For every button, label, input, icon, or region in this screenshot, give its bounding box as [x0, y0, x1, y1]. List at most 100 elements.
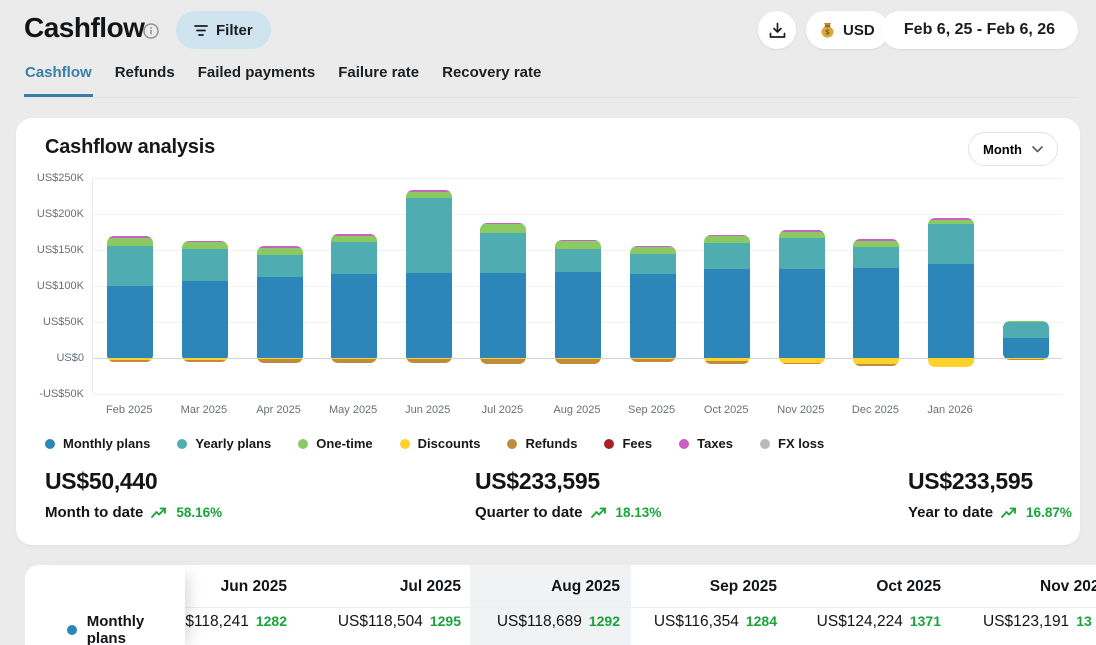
- bar-may-2025[interactable]: [331, 234, 377, 363]
- bar-jul-2025[interactable]: [480, 223, 526, 364]
- bar-segment-refunds: [406, 359, 452, 363]
- column-header-oct-2025: Oct 2025: [791, 578, 941, 596]
- bar-apr-2025[interactable]: [257, 246, 303, 363]
- bar-oct-2025[interactable]: [704, 235, 750, 364]
- bar-segment-yearly-plans: [928, 224, 974, 264]
- cell-amount: US$118,689: [497, 613, 582, 630]
- trend-up-icon: [591, 507, 608, 519]
- legend-item-fees[interactable]: Fees: [604, 436, 652, 451]
- tab-failure-rate[interactable]: Failure rate: [337, 62, 420, 97]
- y-tick-label: US$150K: [16, 244, 84, 256]
- tab-refunds[interactable]: Refunds: [114, 62, 176, 97]
- bar-segment-monthly-plans: [555, 272, 601, 358]
- y-tick-label: US$0: [16, 352, 84, 364]
- currency-label: USD: [843, 22, 875, 39]
- y-tick-label: US$100K: [16, 280, 84, 292]
- bar-segment-one-time: [630, 247, 676, 253]
- legend-item-refunds[interactable]: Refunds: [507, 436, 577, 451]
- chevron-down-icon: [1032, 146, 1043, 153]
- bar-jun-2025[interactable]: [406, 190, 452, 363]
- download-icon: [769, 22, 786, 39]
- legend-label: Taxes: [697, 436, 733, 451]
- bar-segment-taxes: [480, 223, 526, 224]
- bar-segment-taxes: [779, 230, 825, 232]
- x-tick-label: Apr 2025: [239, 404, 319, 416]
- bar-segment-monthly-plans: [107, 286, 153, 358]
- cell-value: US$118,6891292: [450, 613, 620, 631]
- stat-change: 16.87%: [1026, 505, 1072, 520]
- bar-segment-monthly-plans: [182, 281, 228, 358]
- bar-segment-yearly-plans: [555, 249, 601, 273]
- legend-item-fx-loss[interactable]: FX loss: [760, 436, 824, 451]
- x-tick-label: Sep 2025: [612, 404, 692, 416]
- tab-cashflow[interactable]: Cashflow: [24, 62, 93, 97]
- bar-mar-2025[interactable]: [182, 241, 228, 363]
- bar-segment-one-time: [1003, 321, 1049, 322]
- bar-segment-one-time: [107, 238, 153, 247]
- y-tick-label: US$50K: [16, 316, 84, 328]
- bar-segment-refunds: [704, 361, 750, 364]
- y-tick-label: US$200K: [16, 208, 84, 220]
- filter-label: Filter: [216, 22, 253, 39]
- bar-segment-monthly-plans: [853, 268, 899, 358]
- x-tick-label: Nov 2025: [761, 404, 841, 416]
- table-row[interactable]: Monthly plans: [67, 613, 185, 645]
- trend-up-icon: [1001, 507, 1018, 519]
- bar-segment-refunds: [182, 360, 228, 362]
- info-icon[interactable]: [143, 23, 159, 39]
- legend-label: Fees: [622, 436, 652, 451]
- legend-item-taxes[interactable]: Taxes: [679, 436, 733, 451]
- chart-plot-area: [92, 178, 1062, 394]
- bar-segment-yearly-plans: [630, 254, 676, 275]
- bar-segment-yearly-plans: [779, 238, 825, 269]
- period-selector[interactable]: Month: [968, 132, 1058, 166]
- bar-segment-yearly-plans: [406, 198, 452, 273]
- column-header-aug-2025: Aug 2025: [470, 578, 620, 596]
- cell-count: 1371: [910, 613, 941, 629]
- tab-recovery-rate[interactable]: Recovery rate: [441, 62, 542, 97]
- filter-button[interactable]: Filter: [176, 11, 271, 49]
- bar-segment-monthly-plans: [630, 274, 676, 358]
- stat-label: Month to date: [45, 504, 143, 521]
- tab-failed-payments[interactable]: Failed payments: [197, 62, 317, 97]
- legend-dot: [507, 439, 517, 449]
- bar-segment-taxes: [853, 239, 899, 241]
- x-tick-label: Mar 2025: [164, 404, 244, 416]
- legend-item-one-time[interactable]: One-time: [298, 436, 372, 451]
- bar-nov-2025[interactable]: [779, 230, 825, 365]
- legend-item-monthly-plans[interactable]: Monthly plans: [45, 436, 150, 451]
- bar-segment-yearly-plans: [853, 247, 899, 268]
- bar-segment-taxes: [331, 234, 377, 235]
- legend-item-discounts[interactable]: Discounts: [400, 436, 481, 451]
- bar-segment-yearly-plans: [331, 242, 377, 274]
- legend-item-yearly-plans[interactable]: Yearly plans: [177, 436, 271, 451]
- bar-aug-2025[interactable]: [555, 240, 601, 364]
- currency-button[interactable]: $ USD: [806, 11, 889, 49]
- bar-segment-one-time: [779, 232, 825, 238]
- tabs: Cashflow Refunds Failed payments Failure ra…: [24, 62, 1078, 98]
- bar-partial[interactable]: [1003, 321, 1049, 360]
- period-selector-value: Month: [983, 142, 1022, 157]
- bar-sep-2025[interactable]: [630, 246, 676, 363]
- row-label: Monthly plans: [87, 613, 185, 645]
- trend-up-icon: [151, 507, 168, 519]
- y-tick-label: US$250K: [16, 172, 84, 184]
- stat-amount: US$233,595: [908, 468, 1072, 495]
- bar-segment-taxes: [107, 236, 153, 237]
- bar-segment-one-time: [406, 192, 452, 198]
- bar-segment-yearly-plans: [1003, 322, 1049, 338]
- date-range-button[interactable]: Feb 6, 25 - Feb 6, 26: [881, 11, 1078, 49]
- cell-amount: US$116,354: [654, 613, 739, 630]
- bar-feb-2025[interactable]: [107, 236, 153, 362]
- bar-dec-2025[interactable]: [853, 239, 899, 366]
- bar-jan-2026[interactable]: [928, 218, 974, 367]
- bar-segment-monthly-plans: [406, 273, 452, 358]
- cell-value: US$116,3541284: [607, 613, 777, 631]
- bar-segment-discounts: [928, 358, 974, 367]
- cell-value: US$123,19113: [983, 613, 1092, 631]
- download-button[interactable]: [758, 11, 796, 49]
- series-dot: [67, 625, 77, 635]
- chart-title: Cashflow analysis: [45, 136, 215, 159]
- legend-label: Refunds: [525, 436, 577, 451]
- stat-change: 58.16%: [176, 505, 222, 520]
